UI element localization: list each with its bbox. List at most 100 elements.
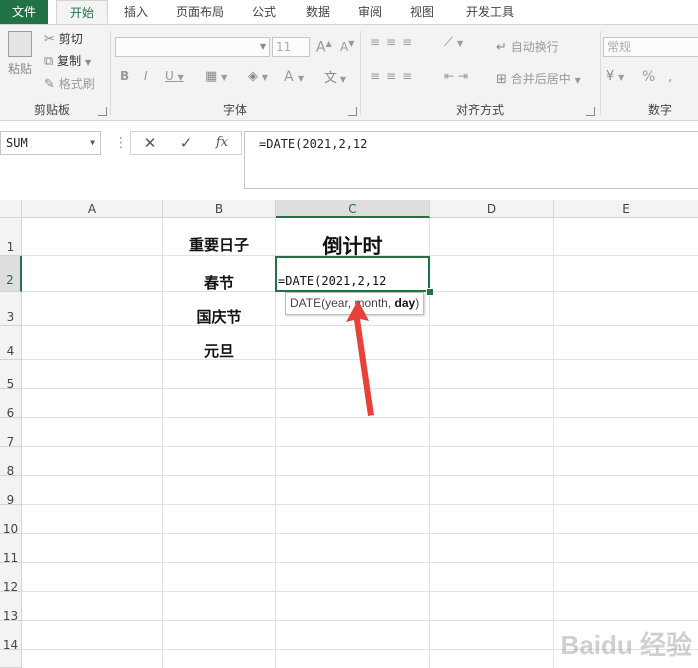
accounting-format-button[interactable]: ¥ ▼ xyxy=(606,69,624,84)
currency-icon: ¥ xyxy=(606,69,615,84)
cancel-icon[interactable]: ✕ xyxy=(134,131,166,155)
gridline xyxy=(22,475,698,476)
copy-icon: ⧉ xyxy=(44,54,54,69)
font-color-button[interactable]: A ▼ xyxy=(284,69,304,85)
percent-button[interactable]: % xyxy=(642,69,655,85)
paste-button[interactable]: 粘贴 xyxy=(6,31,34,77)
tab-developer[interactable]: 开发工具 xyxy=(458,0,522,24)
row-header-14[interactable]: 14 xyxy=(0,621,22,652)
tab-file[interactable]: 文件 xyxy=(0,0,48,24)
column-header-d[interactable]: D xyxy=(430,200,554,218)
row-header-3[interactable]: 3 xyxy=(0,292,22,326)
tab-view[interactable]: 视图 xyxy=(402,0,442,24)
copy-button[interactable]: ⧉ 复制 ▼ xyxy=(44,52,91,69)
phonetic-icon: 文 xyxy=(324,71,338,86)
alignment-launcher-icon[interactable] xyxy=(586,107,595,116)
column-header-c[interactable]: C xyxy=(276,200,430,218)
tab-data[interactable]: 数据 xyxy=(298,0,338,24)
cell-b1[interactable]: 重要日子 xyxy=(163,234,275,255)
gridline xyxy=(22,446,698,447)
tab-formulas[interactable]: 公式 xyxy=(244,0,284,24)
row-header-12[interactable]: 12 xyxy=(0,563,22,594)
bold-button[interactable]: B xyxy=(120,69,129,83)
fill-handle[interactable] xyxy=(426,288,434,296)
number-format-select[interactable]: 常规 xyxy=(603,37,698,57)
tooltip-function-name[interactable]: DATE xyxy=(290,296,321,310)
column-header-b[interactable]: B xyxy=(163,200,276,218)
name-box[interactable]: SUM ▼ xyxy=(0,131,101,155)
tab-insert[interactable]: 插入 xyxy=(116,0,156,24)
font-size-select[interactable]: 11 xyxy=(272,37,310,57)
row-header-2[interactable]: 2 xyxy=(0,256,22,292)
cell-edit-text[interactable]: =DATE(2021,2,12 xyxy=(278,274,386,288)
name-box-value: SUM xyxy=(6,136,28,150)
tab-review[interactable]: 审阅 xyxy=(350,0,390,24)
alignment-group-label: 对齐方式 xyxy=(455,103,504,117)
indent-buttons[interactable]: ⇤⇥ xyxy=(444,69,472,83)
font-launcher-icon[interactable] xyxy=(348,107,357,116)
row-header-9[interactable]: 9 xyxy=(0,476,22,507)
tooltip-current-arg: day xyxy=(394,296,416,310)
horizontal-align-buttons[interactable]: ≡≡≡ xyxy=(370,69,418,83)
copy-label: 复制 xyxy=(57,54,82,68)
gridline xyxy=(22,562,698,563)
row-header-11[interactable]: 11 xyxy=(0,534,22,565)
row-header-1[interactable]: 1 xyxy=(0,218,22,256)
brush-icon: ✎ xyxy=(44,77,55,92)
gridline xyxy=(22,620,698,621)
cell-b3[interactable]: 国庆节 xyxy=(163,306,275,327)
formula-input[interactable]: =DATE(2021,2,12 xyxy=(244,131,698,189)
cell-c1[interactable]: 倒计时 xyxy=(276,230,429,259)
font-group-label: 字体 xyxy=(222,103,247,117)
row-header-13[interactable]: 13 xyxy=(0,592,22,623)
column-header-a[interactable]: A xyxy=(22,200,163,218)
tab-home[interactable]: 开始 xyxy=(56,0,108,24)
underline-button[interactable]: U ▼ xyxy=(165,69,184,83)
orientation-button[interactable]: ⟋ ▼ xyxy=(444,35,463,50)
row-header-10[interactable]: 10 xyxy=(0,505,22,536)
cut-button[interactable]: ✂ 剪切 xyxy=(44,30,83,47)
merge-center-button[interactable]: ⊞ 合并后居中 ▼ xyxy=(496,70,581,87)
chevron-down-icon: ▼ xyxy=(84,58,92,67)
phonetic-button[interactable]: 文 ▼ xyxy=(324,67,346,86)
orientation-icon: ⟋ xyxy=(444,35,454,50)
row-header-7[interactable]: 7 xyxy=(0,418,22,449)
row-header-4[interactable]: 4 xyxy=(0,326,22,360)
tab-page-layout[interactable]: 页面布局 xyxy=(168,0,232,24)
format-painter-button[interactable]: ✎ 格式刷 xyxy=(44,75,95,92)
worksheet-grid: A B C D E 1 2 3 4 5 6 7 8 9 10 11 12 13 … xyxy=(0,200,698,668)
ribbon-tab-bar: 文件 开始 插入 页面布局 公式 数据 审阅 视图 开发工具 xyxy=(0,0,698,25)
italic-button[interactable]: I xyxy=(144,69,148,83)
fill-bucket-icon: ◈ xyxy=(248,69,258,84)
cut-label: 剪切 xyxy=(58,32,83,46)
fill-color-button[interactable]: ◈ ▼ xyxy=(248,69,268,84)
insert-function-icon[interactable]: fx xyxy=(206,131,238,155)
paste-icon xyxy=(8,31,32,57)
shrink-font-button[interactable]: A▼ xyxy=(340,39,354,54)
paste-label: 粘贴 xyxy=(7,62,32,76)
column-header-e[interactable]: E xyxy=(554,200,698,218)
chevron-down-icon: ▼ xyxy=(259,42,266,51)
cell-b4[interactable]: 元旦 xyxy=(163,340,275,361)
cell-b2[interactable]: 春节 xyxy=(163,272,275,293)
baidu-watermark: Baidu 经验 xyxy=(560,630,692,660)
row-header-15 xyxy=(0,650,22,668)
format-painter-label: 格式刷 xyxy=(58,77,95,91)
row-header-8[interactable]: 8 xyxy=(0,447,22,478)
arrow-shape xyxy=(346,300,374,416)
clipboard-group-label: 剪贴板 xyxy=(33,103,70,117)
gridline xyxy=(22,591,698,592)
grow-font-button[interactable]: A▲ xyxy=(316,39,332,56)
row-header-6[interactable]: 6 xyxy=(0,389,22,420)
scissors-icon: ✂ xyxy=(44,32,55,47)
formula-bar-grip-icon: ⋮ xyxy=(114,135,128,151)
comma-button[interactable]: , xyxy=(668,69,672,85)
font-family-select[interactable]: ▼ xyxy=(115,37,270,57)
wrap-text-button[interactable]: ↵ 自动换行 xyxy=(496,38,559,55)
enter-check-icon[interactable]: ✓ xyxy=(170,131,202,155)
clipboard-launcher-icon[interactable] xyxy=(98,107,107,116)
vertical-align-buttons[interactable]: ≡≡≡ xyxy=(370,35,418,49)
border-button[interactable]: ▦ ▼ xyxy=(205,69,227,84)
select-all-corner[interactable] xyxy=(0,200,22,218)
row-header-5[interactable]: 5 xyxy=(0,360,22,391)
